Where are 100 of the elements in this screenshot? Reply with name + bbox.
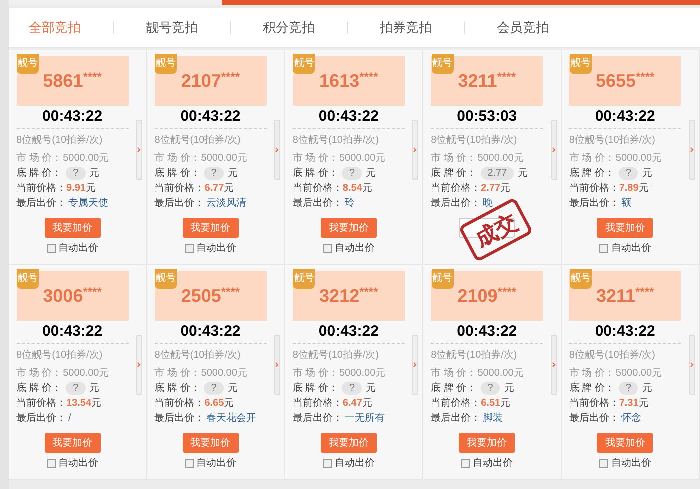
bidder-name: 云淡风清 (206, 196, 247, 211)
filter-tab[interactable]: 靓号竞拍 (146, 18, 198, 38)
next-arrow-tab[interactable] (412, 335, 418, 395)
countdown-timer: 00:43:22 (318, 108, 379, 126)
chevron-right-icon (690, 147, 694, 153)
current-price: 2.77 (481, 182, 501, 196)
description-text: 8位靓号(10拍券/次) (16, 348, 104, 363)
market-price: 5000.00元 (616, 152, 662, 166)
label-text: 市 场 价： (292, 152, 338, 166)
unit-text: 元 (500, 182, 511, 196)
unit-text: 元 (224, 182, 234, 196)
filter-tab[interactable]: 积分竞拍 (263, 18, 315, 38)
number-text: 2505**** (181, 284, 240, 308)
label-text: 当前价格： (154, 182, 205, 196)
filter-tab[interactable]: 会员竞拍 (497, 18, 549, 38)
checkbox[interactable] (322, 459, 332, 468)
tag-badge: 靓号 (570, 54, 592, 74)
next-arrow-tab[interactable] (412, 120, 418, 180)
unit-text: 元 (642, 382, 652, 396)
countdown-timer: 00:43:22 (457, 323, 518, 341)
tag-badge: 靓号 (432, 54, 454, 74)
current-price: 7.89 (619, 182, 639, 196)
market-price: 5000.00元 (339, 367, 386, 381)
raise-bid-button[interactable]: 我要加价 (597, 433, 654, 453)
market-price: 5000.00元 (201, 152, 248, 166)
number-text: 3006**** (43, 284, 102, 308)
description-text: 8位靓号(10拍券/次) (431, 348, 518, 363)
floor-price: ? (342, 167, 362, 180)
label-text: 当前价格： (292, 182, 343, 196)
label-text: 最后出价： (154, 412, 205, 426)
floor-price: ? (342, 382, 362, 395)
chevron-right-icon (137, 147, 142, 153)
next-arrow-tab[interactable] (550, 335, 557, 395)
raise-bid-button[interactable]: 我要加价 (320, 433, 377, 453)
raise-bid-button[interactable]: 我要加价 (182, 433, 239, 453)
label-text: 当前价格： (431, 396, 482, 411)
next-arrow-tab[interactable] (136, 120, 142, 180)
checkbox[interactable] (599, 244, 608, 253)
next-arrow-tab[interactable] (688, 120, 695, 180)
unit-text: 元 (518, 167, 528, 181)
next-arrow-tab[interactable] (688, 335, 695, 395)
unit-text: 元 (228, 167, 238, 181)
checkbox[interactable] (461, 459, 470, 468)
raise-bid-button[interactable]: 我要加价 (320, 218, 377, 238)
checkbox[interactable] (46, 244, 56, 253)
label-text: 当前价格： (292, 396, 343, 411)
filter-tab[interactable]: 全部竞拍 (29, 18, 81, 38)
bidder-name: 春天花会开 (206, 412, 257, 426)
raise-bid-button[interactable]: 我要加价 (597, 218, 654, 238)
label-text: 市 场 价： (154, 366, 200, 381)
unit-text: 元 (362, 182, 372, 196)
unit-text: 元 (638, 182, 649, 196)
floor-price: ? (66, 167, 86, 180)
auto-bid-label: 自动出价 (611, 242, 652, 256)
raise-bid-button[interactable]: 我要加价 (44, 433, 101, 453)
bidder-name: 玲 (344, 197, 355, 211)
unit-text: 元 (90, 382, 100, 396)
number-text: 1613**** (320, 68, 378, 92)
market-price: 5000.00元 (339, 152, 386, 166)
label-text: 当前价格： (154, 396, 205, 411)
unit-text: 元 (224, 397, 234, 411)
number-text: 2109**** (458, 284, 516, 308)
auto-bid-label: 自动出价 (58, 456, 99, 471)
bidder-name: 脚装 (483, 412, 504, 426)
label-text: 最后出价： (292, 196, 343, 211)
next-arrow-tab[interactable] (136, 335, 142, 395)
raise-bid-button[interactable]: 我要加价 (182, 218, 239, 238)
current-price: 7.31 (619, 397, 639, 411)
checkbox[interactable] (184, 244, 194, 253)
raise-bid-button[interactable]: 我要加价 (44, 218, 101, 238)
label-text: 市 场 价： (431, 366, 477, 381)
checkbox[interactable] (599, 459, 608, 468)
label-text: 最后出价： (16, 412, 67, 426)
countdown-timer: 00:53:03 (457, 108, 518, 126)
raise-bid-button[interactable]: 我要加价 (459, 433, 516, 453)
label-text: 底 牌 价： (431, 166, 477, 181)
unit-text: 元 (504, 382, 514, 396)
checkbox[interactable] (46, 459, 56, 468)
label-text: 底 牌 价： (154, 382, 200, 396)
bidder-name: 一无所有 (344, 412, 385, 426)
checkbox[interactable] (322, 244, 332, 253)
unit-text: 元 (92, 397, 102, 411)
next-arrow-tab[interactable] (274, 335, 280, 395)
tag-badge: 靓号 (17, 54, 39, 74)
number-text: 2107**** (181, 68, 240, 92)
label-text: 最后出价： (154, 196, 205, 211)
checkbox[interactable] (184, 459, 194, 468)
next-arrow-tab[interactable] (274, 120, 280, 180)
floor-price: 2.77 (480, 167, 514, 180)
label-text: 市 场 价： (16, 366, 62, 381)
description-text: 8位靓号(10拍券/次) (292, 348, 380, 363)
market-price: 5000.00元 (616, 367, 662, 381)
chevron-right-icon (413, 362, 418, 368)
next-arrow-tab[interactable] (550, 120, 557, 180)
label-text: 底 牌 价： (154, 166, 200, 181)
description-text: 8位靓号(10拍券/次) (154, 348, 242, 363)
filter-tab[interactable]: 拍券竞拍 (380, 18, 432, 38)
tag-badge: 靓号 (293, 54, 316, 74)
chevron-right-icon (690, 362, 694, 368)
floor-price: ? (204, 382, 224, 395)
